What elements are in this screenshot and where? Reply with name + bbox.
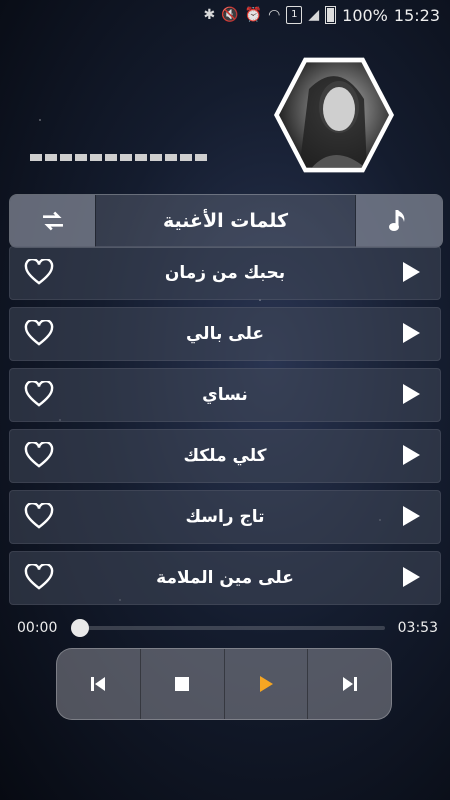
- list-item[interactable]: على مين الملامة: [9, 551, 441, 605]
- repeat-button[interactable]: [10, 195, 95, 247]
- mute-icon: 🔇: [221, 7, 239, 23]
- play-icon[interactable]: [403, 445, 420, 465]
- play-icon[interactable]: [403, 262, 420, 282]
- lyrics-title[interactable]: كلمات الأغنية: [95, 195, 356, 247]
- sim-icon: 1: [286, 6, 303, 24]
- list-item[interactable]: بحبك من زمان: [9, 246, 441, 300]
- song-list: بحبك من زمان على بالي نساي كلي ملكك تاج …: [9, 246, 441, 612]
- stop-icon: [175, 677, 190, 691]
- song-title: على بالي: [185, 324, 265, 344]
- song-title: بحبك من زمان: [164, 263, 286, 283]
- song-title: تاج راسك: [185, 507, 265, 527]
- heart-icon[interactable]: [24, 259, 54, 285]
- play-button[interactable]: [225, 649, 309, 719]
- music-button[interactable]: [356, 195, 442, 247]
- repeat-icon: [42, 211, 63, 231]
- song-title: على مين الملامة: [156, 568, 294, 588]
- play-icon[interactable]: [403, 323, 420, 343]
- heart-icon[interactable]: [24, 320, 54, 346]
- alarm-icon: ⏰: [244, 7, 263, 23]
- song-title: نساي: [202, 385, 248, 405]
- battery-icon: [325, 6, 337, 24]
- status-bar: ✱ 🔇 ⏰ ◠ 1 ◢ 100% 15:23: [0, 0, 450, 30]
- play-icon: [259, 676, 273, 692]
- play-icon[interactable]: [403, 567, 420, 587]
- list-item[interactable]: نساي: [9, 368, 441, 422]
- music-note-icon: [389, 210, 405, 231]
- previous-button[interactable]: [57, 649, 141, 719]
- lyrics-header: كلمات الأغنية: [9, 194, 443, 248]
- bluetooth-icon: ✱: [203, 7, 216, 23]
- current-time: 00:00: [17, 620, 58, 636]
- seek-bar[interactable]: [71, 619, 385, 637]
- signal-icon: ◢: [308, 7, 320, 23]
- play-icon[interactable]: [403, 506, 420, 526]
- song-title: كلي ملكك: [183, 446, 267, 466]
- heart-icon[interactable]: [24, 564, 54, 590]
- list-item[interactable]: كلي ملكك: [9, 429, 441, 483]
- list-item[interactable]: تاج راسك: [9, 490, 441, 544]
- previous-icon: [91, 677, 106, 691]
- play-icon[interactable]: [403, 384, 420, 404]
- heart-icon[interactable]: [24, 503, 54, 529]
- playback-controls: [56, 648, 392, 720]
- next-button[interactable]: [308, 649, 391, 719]
- heart-icon[interactable]: [24, 381, 54, 407]
- album-art: [274, 54, 394, 176]
- stop-button[interactable]: [141, 649, 225, 719]
- duration: 03:53: [397, 620, 438, 636]
- list-item[interactable]: على بالي: [9, 307, 441, 361]
- clock: 15:23: [393, 5, 440, 25]
- wifi-icon: ◠: [268, 7, 281, 23]
- battery-percent: 100%: [342, 5, 388, 25]
- visualizer-bars: [30, 154, 207, 161]
- next-icon: [342, 677, 357, 691]
- seek-thumb[interactable]: [71, 619, 89, 637]
- heart-icon[interactable]: [24, 442, 54, 468]
